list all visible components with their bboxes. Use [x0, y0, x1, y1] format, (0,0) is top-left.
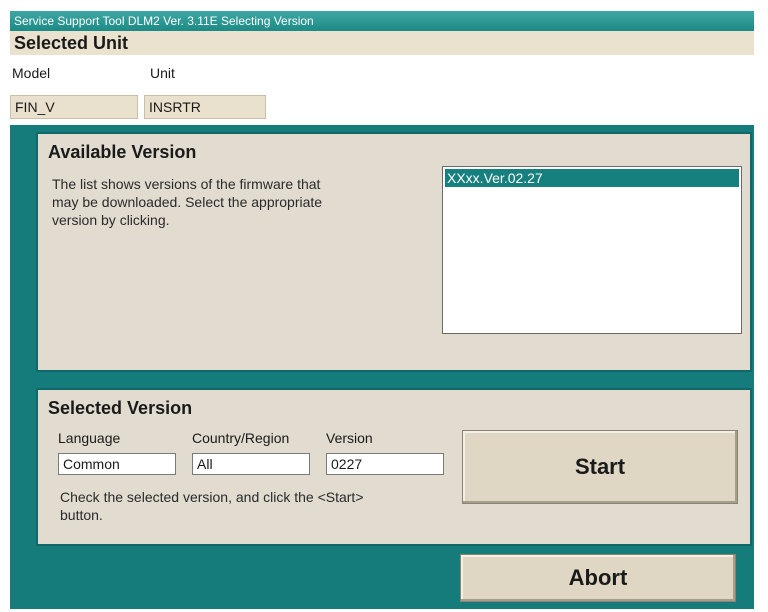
selected-unit-heading: Selected Unit — [10, 31, 754, 55]
model-column-header: Model — [12, 65, 51, 81]
version-label: Version — [326, 430, 373, 446]
country-region-field[interactable]: All — [192, 453, 310, 475]
selected-version-panel: Selected Version Language Country/Region… — [36, 388, 752, 546]
hint-line: button. — [60, 507, 103, 523]
language-label: Language — [58, 430, 121, 446]
unit-column-header: Unit — [150, 65, 175, 81]
version-list-item[interactable]: XXxx.Ver.02.27 — [445, 169, 739, 187]
version-field[interactable]: 0227 — [326, 453, 444, 475]
version-listbox[interactable]: XXxx.Ver.02.27 — [442, 166, 742, 334]
available-version-heading: Available Version — [48, 142, 197, 162]
available-version-description: The list shows versions of the firmware … — [52, 175, 412, 229]
selected-version-heading: Selected Version — [48, 398, 193, 418]
app-window: Service Support Tool DLM2 Ver. 3.11E Sel… — [10, 11, 754, 609]
start-button[interactable]: Start — [462, 430, 738, 504]
description-line: version by clicking. — [52, 212, 170, 228]
window-title: Service Support Tool DLM2 Ver. 3.11E Sel… — [10, 11, 754, 31]
start-hint: Check the selected version, and click th… — [60, 488, 460, 524]
language-field[interactable]: Common — [58, 453, 176, 475]
selected-unit-info: Model Unit FIN_V INSRTR — [10, 55, 754, 125]
unit-value: INSRTR — [144, 95, 266, 119]
model-value: FIN_V — [10, 95, 138, 119]
hint-line: Check the selected version, and click th… — [60, 489, 364, 505]
available-version-panel: Available Version The list shows version… — [36, 132, 752, 372]
description-line: The list shows versions of the firmware … — [52, 176, 321, 192]
abort-button[interactable]: Abort — [460, 554, 736, 602]
country-region-label: Country/Region — [192, 430, 290, 446]
description-line: may be downloaded. Select the appropriat… — [52, 194, 323, 210]
